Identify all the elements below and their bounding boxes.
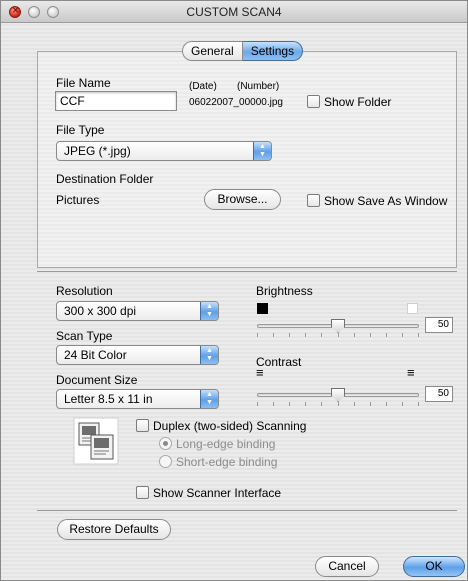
- slider-tick: [354, 402, 355, 406]
- file-name-label: File Name: [56, 76, 111, 90]
- scan-type-value: 24 Bit Color: [64, 348, 127, 362]
- popup-arrows-icon: ▲ ▼: [200, 302, 218, 320]
- slider-tick: [386, 402, 387, 406]
- slider-tick: [321, 333, 322, 337]
- long-edge-label: Long-edge binding: [176, 437, 276, 451]
- tab-settings[interactable]: Settings: [242, 41, 304, 61]
- slider-tick: [273, 402, 274, 406]
- date-header: (Date): [189, 81, 217, 92]
- scan-type-select[interactable]: 24 Bit Color ▲ ▼: [56, 345, 219, 365]
- show-scanner-interface-checkbox[interactable]: [136, 486, 149, 499]
- destination-folder-label: Destination Folder: [56, 172, 154, 186]
- destination-folder-value: Pictures: [56, 193, 100, 207]
- section-divider: [37, 271, 457, 272]
- popup-arrows-icon: ▲ ▼: [253, 142, 271, 160]
- resolution-value: 300 x 300 dpi: [64, 304, 137, 318]
- popup-arrows-icon: ▲ ▼: [200, 390, 218, 408]
- restore-defaults-button[interactable]: Restore Defaults: [57, 519, 171, 540]
- contrast-slider-thumb[interactable]: [331, 388, 345, 402]
- popup-arrows-icon: ▲ ▼: [200, 346, 218, 364]
- slider-tick: [402, 402, 403, 406]
- duplex-pages-icon: [73, 417, 119, 465]
- resolution-label: Resolution: [56, 284, 113, 298]
- ok-button[interactable]: OK: [403, 556, 465, 577]
- slider-tick: [273, 333, 274, 337]
- short-edge-radio[interactable]: [159, 455, 172, 468]
- window-title: CUSTOM SCAN4: [186, 5, 282, 19]
- cancel-button[interactable]: Cancel: [315, 556, 379, 577]
- show-save-as-label: Show Save As Window: [324, 194, 448, 208]
- generated-file-name: 06022007_00000.jpg: [189, 97, 283, 108]
- slider-tick: [305, 333, 306, 337]
- slider-tick: [418, 333, 419, 337]
- slider-tick: [386, 333, 387, 337]
- resolution-select[interactable]: 300 x 300 dpi ▲ ▼: [56, 301, 219, 321]
- contrast-low-icon: ≡: [256, 365, 264, 380]
- contrast-value[interactable]: 50: [425, 386, 453, 402]
- slider-tick: [402, 333, 403, 337]
- slider-tick: [418, 402, 419, 406]
- brightness-value[interactable]: 50: [425, 317, 453, 333]
- slider-tick: [338, 402, 339, 406]
- slider-tick: [257, 333, 258, 337]
- duplex-label: Duplex (two-sided) Scanning: [153, 419, 307, 433]
- slider-tick: [370, 402, 371, 406]
- document-size-value: Letter 8.5 x 11 in: [64, 392, 153, 406]
- browse-button[interactable]: Browse...: [204, 189, 281, 210]
- file-type-label: File Type: [56, 123, 105, 137]
- number-header: (Number): [237, 81, 280, 92]
- scan-type-label: Scan Type: [56, 329, 113, 343]
- tab-general[interactable]: General: [182, 41, 243, 61]
- custom-scan-dialog: CUSTOM SCAN4 General Settings File Name …: [0, 0, 468, 581]
- slider-tick: [338, 333, 339, 337]
- document-size-label: Document Size: [56, 373, 138, 387]
- file-type-value: JPEG (*.jpg): [64, 144, 131, 158]
- short-edge-label: Short-edge binding: [176, 455, 278, 469]
- brightness-dark-icon: [257, 303, 268, 314]
- title-bar: CUSTOM SCAN4: [1, 1, 467, 23]
- long-edge-radio[interactable]: [159, 437, 172, 450]
- show-folder-label: Show Folder: [324, 95, 392, 109]
- brightness-ticks: [257, 333, 419, 337]
- slider-tick: [370, 333, 371, 337]
- file-type-select[interactable]: JPEG (*.jpg) ▲ ▼: [56, 141, 272, 161]
- show-save-as-checkbox[interactable]: [307, 194, 320, 207]
- slider-tick: [289, 402, 290, 406]
- tab-bar: General Settings: [182, 41, 304, 61]
- contrast-high-icon: ≡: [407, 365, 415, 380]
- slider-tick: [289, 333, 290, 337]
- brightness-label: Brightness: [256, 284, 313, 298]
- slider-tick: [321, 402, 322, 406]
- show-folder-checkbox[interactable]: [307, 95, 320, 108]
- slider-tick: [305, 402, 306, 406]
- contrast-ticks: [257, 402, 419, 406]
- duplex-checkbox[interactable]: [136, 419, 149, 432]
- brightness-slider-thumb[interactable]: [331, 319, 345, 333]
- slider-tick: [257, 402, 258, 406]
- file-name-input[interactable]: CCF: [55, 91, 177, 111]
- footer-divider: [37, 510, 457, 511]
- slider-tick: [354, 333, 355, 337]
- brightness-light-icon: [407, 303, 418, 314]
- document-size-select[interactable]: Letter 8.5 x 11 in ▲ ▼: [56, 389, 219, 409]
- show-scanner-interface-label: Show Scanner Interface: [153, 486, 282, 500]
